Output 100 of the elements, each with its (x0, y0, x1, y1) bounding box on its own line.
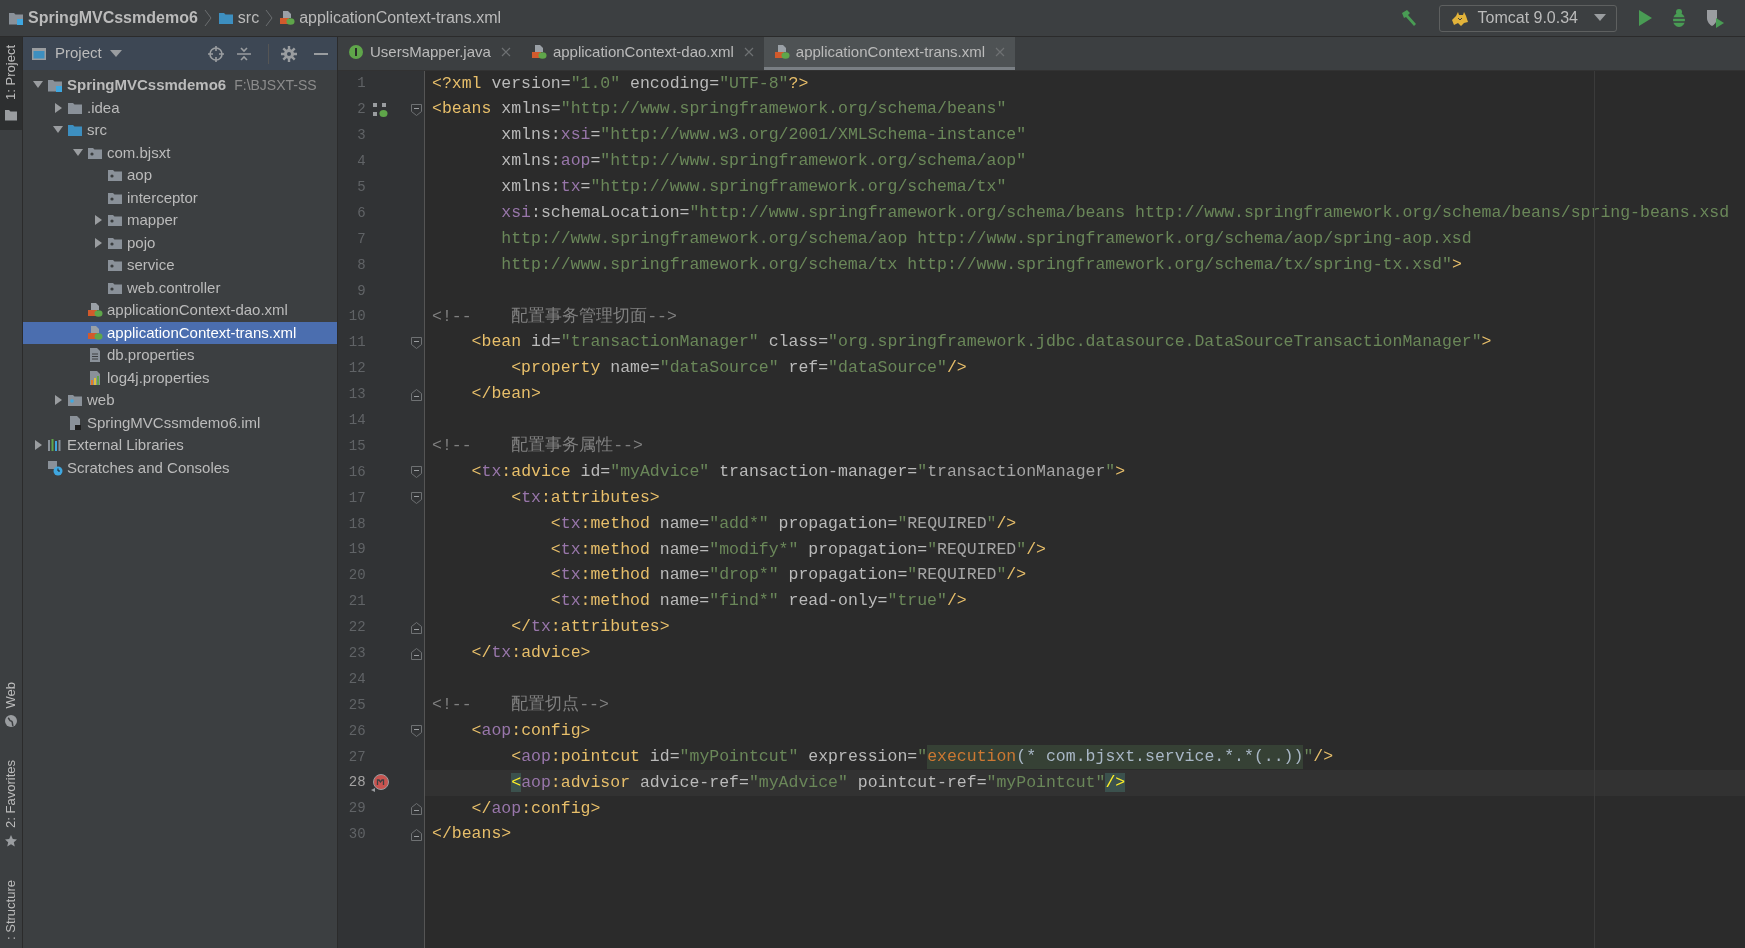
globe-icon (4, 714, 18, 729)
code-line: <aop:pointcut id="myPointcut" expression="execution(* com.bjsxt.service.*.*(..))"/> (425, 744, 1745, 771)
tree-item[interactable]: pojo (23, 231, 337, 254)
code-line: <tx:method name="find*" read-only="true"/> (549, 590, 968, 613)
shield-play-icon[interactable] (1705, 8, 1725, 28)
xml-file-icon (87, 324, 103, 341)
circle-m-icon[interactable] (370, 773, 391, 793)
module-folder-icon (8, 10, 24, 26)
run-icon[interactable] (1637, 8, 1653, 28)
code-line: <!-- 配置事务管理切面--> (431, 305, 678, 328)
tree-item[interactable]: SpringMVCssmdemo6 F:\BJSXT-SS (23, 74, 337, 97)
editor-tab[interactable]: UsersMapper.java (338, 37, 521, 70)
tree-item[interactable]: aop (23, 164, 337, 187)
collapsed-arrow-icon[interactable] (92, 236, 104, 249)
code-line: <tx:method name="drop*" propagation="REQUIRED"/> (549, 564, 1028, 587)
fold-marker-icon[interactable] (411, 388, 422, 401)
fold-marker-icon[interactable] (411, 336, 422, 349)
tree-item[interactable]: applicationContext-trans.xml (23, 321, 337, 344)
code-line: <tx:method name="modify*" propagation="REQUIRED"/> (549, 538, 1047, 561)
tree-item[interactable]: SpringMVCssmdemo6.iml (23, 411, 337, 434)
package-folder-icon (107, 167, 123, 184)
folder-icon (217, 10, 234, 26)
caret-icon (109, 49, 122, 58)
code-line: </tx:attributes> (510, 616, 671, 639)
fold-marker-icon[interactable] (411, 103, 422, 116)
code-line: xmlns:xsi="http://www.w3.org/2001/XMLSchema-instance" (500, 124, 1028, 147)
code-line: xmlns:tx="http://www.springframework.org/schema/tx" (500, 176, 1008, 199)
run-configuration-dropdown[interactable]: Tomcat 9.0.34 (1438, 4, 1617, 32)
tree-item[interactable]: log4j.properties (23, 366, 337, 389)
code-line: <tx:advice id="myAdvice" transaction-manager="transactionManager"> (470, 460, 1127, 483)
code-line: <tx:method name="add*" propagation="REQUIRED"/> (549, 512, 1018, 535)
xml-file-icon (773, 44, 790, 60)
tree-item[interactable]: db.properties (23, 344, 337, 367)
code-line: <property name="dataSource" ref="dataSource"/> (510, 357, 968, 380)
interface-icon (348, 44, 364, 60)
code-line: <bean id="transactionManager" class="org.springframework.jdbc.datasource.DataSourceTransactionManager"> (470, 331, 1493, 354)
caret-icon (1594, 14, 1606, 22)
scratch-clock-icon (47, 459, 63, 476)
code-line: </aop:config> (470, 797, 602, 820)
tree-item[interactable]: service (23, 254, 337, 277)
close-icon[interactable] (500, 47, 511, 57)
code-line: xmlns:aop="http://www.springframework.org/schema/aop" (500, 150, 1028, 173)
module-file-icon (67, 414, 83, 431)
close-icon[interactable] (743, 47, 754, 57)
tree-item[interactable]: web.controller (23, 276, 337, 299)
breadcrumb-separator-icon (203, 8, 212, 28)
tool-window-tab[interactable]: 2: Favorites (0, 752, 22, 857)
nodes-leaf-icon[interactable] (372, 101, 389, 118)
module-folder-icon (47, 77, 63, 94)
package-folder-icon (107, 212, 123, 229)
fold-marker-icon[interactable] (411, 828, 422, 841)
collapse-all-icon[interactable] (236, 45, 252, 62)
code-line: <?xml version="1.0" encoding="UTF-8"?> (431, 72, 810, 95)
tree-item[interactable]: .idea (23, 96, 337, 119)
package-folder-icon (107, 257, 123, 274)
fold-marker-icon[interactable] (411, 621, 422, 634)
xml-file-icon (87, 302, 103, 319)
tree-item[interactable]: web (23, 389, 337, 412)
code-line: </bean> (470, 383, 542, 406)
breadcrumb-item[interactable]: SpringMVCssmdemo6 (8, 6, 198, 30)
text-file-icon (87, 347, 103, 364)
breadcrumb-item[interactable]: applicationContext-trans.xml (279, 6, 501, 30)
fold-marker-icon[interactable] (411, 725, 422, 738)
tree-item[interactable]: applicationContext-dao.xml (23, 299, 337, 322)
folder-icon (67, 122, 83, 139)
tree-item[interactable]: src (23, 119, 337, 142)
tool-window-tab[interactable]: : Structure (0, 872, 22, 948)
tree-item[interactable]: External Libraries (23, 434, 337, 457)
fold-marker-icon[interactable] (411, 466, 422, 479)
fold-marker-icon[interactable] (411, 492, 422, 505)
code-line: <tx:attributes> (510, 486, 661, 509)
tree-item[interactable]: Scratches and Consoles (23, 456, 337, 479)
star-icon (4, 834, 18, 849)
code-line: <beans xmlns="http://www.springframework.org/schema/beans" (431, 98, 1008, 121)
tool-window-tab[interactable]: 1: Project (0, 37, 22, 130)
tool-window-tab[interactable]: Web (0, 673, 22, 737)
collapsed-arrow-icon[interactable] (52, 394, 64, 407)
code-line: <!-- 配置事务属性--> (431, 435, 644, 458)
code-line: http://www.springframework.org/schema/aop http://www.springframework.org/schema/aop/spring-aop.xsd (500, 227, 1473, 250)
tree-item[interactable]: mapper (23, 209, 337, 232)
window-icon (31, 45, 47, 62)
settings-icon[interactable] (281, 45, 297, 62)
crosshair-icon[interactable] (208, 45, 224, 62)
library-icon (47, 437, 63, 454)
tree-item[interactable]: interceptor (23, 186, 337, 209)
fold-marker-icon[interactable] (411, 802, 422, 815)
collapsed-arrow-icon[interactable] (32, 439, 44, 452)
code-line: http://www.springframework.org/schema/tx http://www.springframework.org/schema/tx/spring-tx.xsd"> (500, 253, 1463, 276)
editor-tab[interactable]: applicationContext-dao.xml (520, 37, 764, 70)
web-folder-icon (67, 392, 83, 409)
xml-file-icon (279, 10, 296, 26)
tree-item[interactable]: com.bjsxt (23, 141, 337, 164)
breadcrumb-separator-icon (265, 8, 274, 28)
editor-tab[interactable]: applicationContext-trans.xml (763, 37, 1016, 70)
code-line: <!-- 配置切点--> (431, 693, 610, 716)
fold-marker-icon[interactable] (411, 647, 422, 660)
collapsed-arrow-icon[interactable] (52, 101, 64, 114)
breadcrumb-item[interactable]: src (217, 6, 260, 30)
collapsed-arrow-icon[interactable] (92, 214, 104, 227)
chart-file-icon (87, 369, 103, 386)
